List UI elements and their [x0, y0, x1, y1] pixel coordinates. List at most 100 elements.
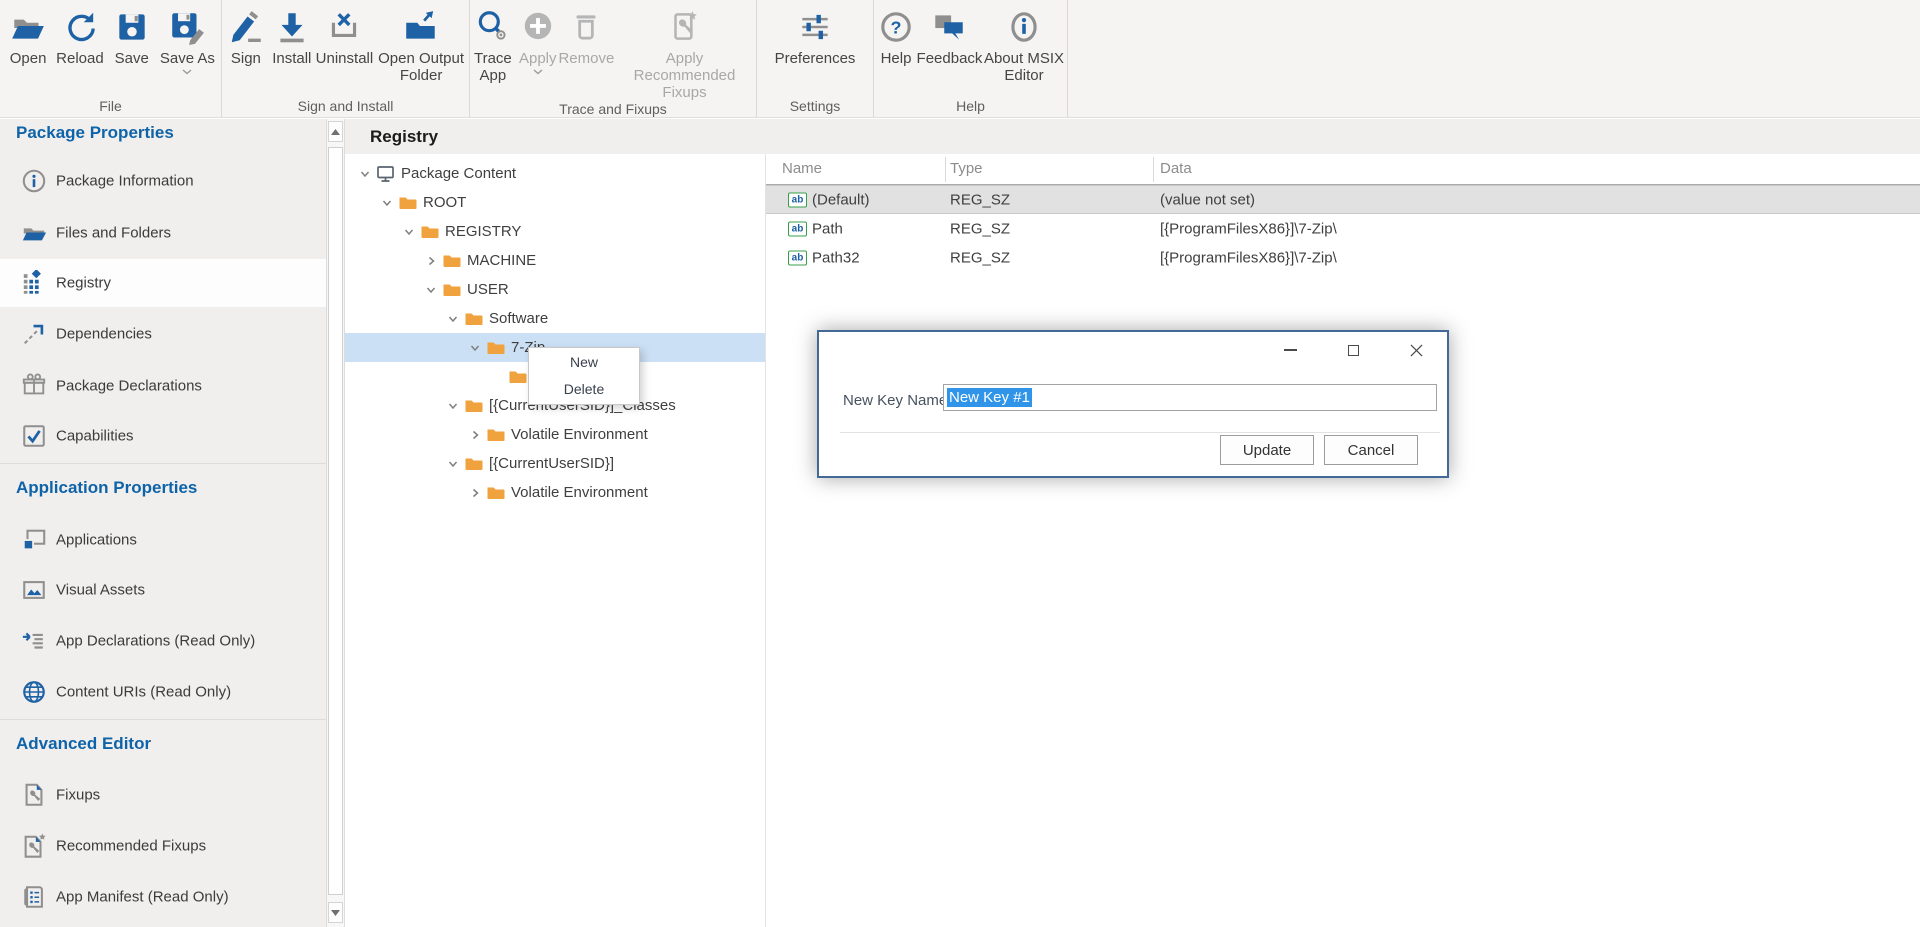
ribbon-button-feedback[interactable]: Feedback [918, 6, 981, 67]
sidebar-item-content-uris-read-only[interactable]: Content URIs (Read Only) [0, 668, 326, 716]
ribbon-group-label: Help [874, 98, 1067, 117]
column-header-data[interactable]: Data [1160, 160, 1192, 177]
sidebar-item-recommended-fixups[interactable]: Recommended Fixups [0, 822, 326, 870]
chevron-down-icon [403, 226, 415, 238]
ribbon-button-sign[interactable]: Sign [224, 6, 268, 67]
info-circle-icon [21, 168, 47, 194]
ribbon-button-trace-app[interactable]: Trace App [470, 6, 516, 84]
ribbon-button-apply[interactable]: Apply [516, 6, 560, 75]
context-menu-item-delete[interactable]: Delete [529, 376, 639, 403]
minimize-button[interactable] [1269, 336, 1312, 364]
expander-down[interactable] [402, 225, 416, 239]
table-row-default[interactable]: ab(Default)REG_SZ(value not set) [766, 185, 1920, 214]
tree-item-root[interactable]: ROOT [345, 188, 765, 217]
expander-down[interactable] [446, 312, 460, 326]
svg-text:?: ? [891, 17, 902, 37]
dropdown-chevron-icon [182, 68, 192, 75]
tree-item-registry[interactable]: REGISTRY [345, 217, 765, 246]
sidebar-item-app-manifest-read-only[interactable]: App Manifest (Read Only) [0, 873, 326, 921]
maximize-button[interactable] [1332, 336, 1375, 364]
expander-down[interactable] [468, 341, 482, 355]
ribbon-button-apply-recommended-fixups[interactable]: Apply Recommended Fixups [613, 6, 756, 101]
tree-item-volatile-environment[interactable]: Volatile Environment [345, 420, 765, 449]
tree-item-user[interactable]: USER [345, 275, 765, 304]
expander-right[interactable] [468, 428, 482, 442]
expander-down[interactable] [380, 196, 394, 210]
folder-icon [21, 220, 47, 246]
reg-sz-icon: ab [788, 250, 807, 265]
sidebar-item-visual-assets[interactable]: Visual Assets [0, 566, 326, 614]
sidebar-item-app-declarations-read-only[interactable]: App Declarations (Read Only) [0, 617, 326, 665]
ribbon-group-file: OpenReloadSaveSave As File [0, 0, 222, 117]
chevron-down-icon [469, 342, 481, 354]
folder-icon [464, 454, 483, 473]
image-picture-icon [21, 577, 47, 603]
cell-type: REG_SZ [950, 249, 1010, 266]
ribbon-group-label: File [0, 98, 221, 117]
ribbon-button-help[interactable]: ?Help [874, 6, 918, 67]
sidebar-item-applications[interactable]: Applications [0, 516, 326, 564]
uninstall-icon [325, 8, 363, 46]
scrollbar-thumb[interactable] [328, 147, 343, 895]
ribbon-button-reload[interactable]: Reload [56, 6, 104, 67]
maximize-icon [1348, 345, 1359, 356]
cancel-button[interactable]: Cancel [1324, 435, 1418, 465]
open-folder-icon [9, 8, 47, 46]
tree-item-software[interactable]: Software [345, 304, 765, 333]
tree-item-machine[interactable]: MACHINE [345, 246, 765, 275]
fixups-doc-icon [21, 782, 47, 808]
expander-down[interactable] [446, 399, 460, 413]
sidebar-item-package-information[interactable]: Package Information [0, 157, 326, 205]
sidebar-item-capabilities[interactable]: Capabilities [0, 412, 326, 460]
new-key-name-input[interactable]: New Key #1 [943, 384, 1437, 411]
chevron-right-icon [469, 429, 481, 441]
sidebar-heading-advanced-editor: Advanced Editor [16, 732, 151, 756]
update-button[interactable]: Update [1220, 435, 1314, 465]
apply-plus-icon [519, 8, 557, 46]
ribbon-button-open[interactable]: Open [6, 6, 50, 67]
folder-icon [486, 483, 505, 502]
tree-item-package-content[interactable]: Package Content [345, 159, 765, 188]
tree-item-volatile-environment[interactable]: Volatile Environment [345, 478, 765, 507]
page-title: Registry [370, 127, 438, 147]
expander-down[interactable] [424, 283, 438, 297]
folder-icon [420, 222, 439, 241]
ribbon-button-uninstall[interactable]: Uninstall [316, 6, 374, 67]
tree-item-currentusersid[interactable]: [{CurrentUserSID}] [345, 449, 765, 478]
ribbon-button-save-as[interactable]: Save As [160, 6, 215, 75]
cell-name: (Default) [812, 191, 870, 208]
expander-down[interactable] [446, 457, 460, 471]
sidebar-heading-package-properties: Package Properties [16, 121, 174, 145]
cell-data: [{ProgramFilesX86}]\7-Zip\ [1160, 220, 1337, 237]
scrollbar-down-button[interactable] [328, 902, 343, 923]
ribbon-button-open-output-folder[interactable]: Open Output Folder [375, 6, 467, 84]
folder-icon [442, 280, 461, 299]
sidebar-item-package-declarations[interactable]: Package Declarations [0, 362, 326, 410]
sidebar-item-registry[interactable]: Registry [0, 259, 326, 307]
expander-right[interactable] [468, 486, 482, 500]
cell-name: Path [812, 220, 843, 237]
ribbon-button-save[interactable]: Save [110, 6, 154, 67]
table-row-path[interactable]: abPathREG_SZ[{ProgramFilesX86}]\7-Zip\ [766, 214, 1920, 243]
gift-box-icon [21, 373, 47, 399]
table-row-path32[interactable]: abPath32REG_SZ[{ProgramFilesX86}]\7-Zip\ [766, 243, 1920, 272]
expander-right[interactable] [424, 254, 438, 268]
folder-icon [464, 396, 483, 415]
chevron-down-icon [447, 458, 459, 470]
ribbon-button-install[interactable]: Install [270, 6, 314, 67]
expander-down[interactable] [358, 167, 372, 181]
scrollbar-up-button[interactable] [328, 121, 343, 142]
context-menu-item-new[interactable]: New [529, 349, 639, 376]
ribbon-button-remove[interactable]: Remove [560, 6, 613, 67]
close-button[interactable] [1395, 336, 1438, 364]
sidebar-scrollbar[interactable] [326, 119, 345, 927]
column-header-type[interactable]: Type [950, 160, 983, 177]
column-header-name[interactable]: Name [782, 160, 822, 177]
sidebar-item-files-and-folders[interactable]: Files and Folders [0, 209, 326, 257]
ribbon-button-preferences[interactable]: Preferences [775, 6, 856, 67]
sidebar-item-fixups[interactable]: Fixups [0, 771, 326, 819]
folder-icon [486, 425, 505, 444]
page-header: Registry [345, 119, 1920, 154]
ribbon-button-about-msix-editor[interactable]: About MSIX Editor [981, 6, 1067, 84]
sidebar-item-dependencies[interactable]: Dependencies [0, 310, 326, 358]
